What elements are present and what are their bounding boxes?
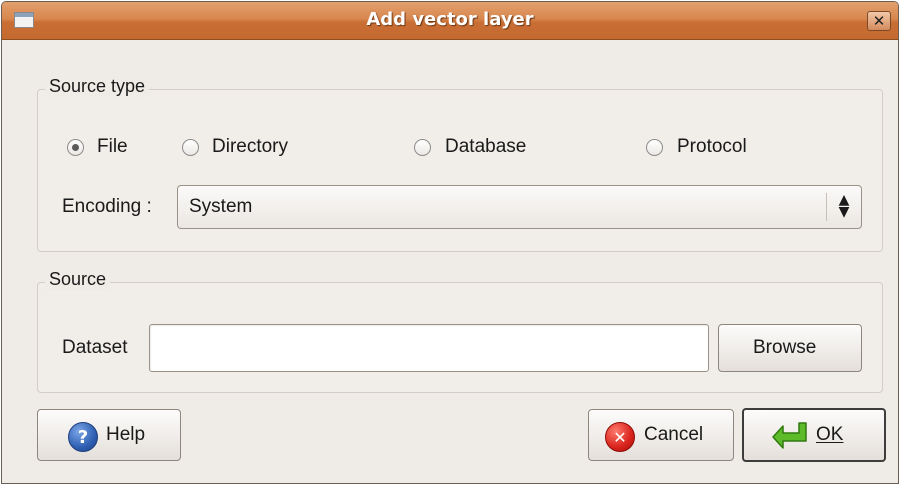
encoding-select-value: System xyxy=(189,196,253,217)
add-vector-layer-dialog: Add vector layer ✕ Source type File Dire… xyxy=(1,1,899,484)
source-type-group-title: Source type xyxy=(45,76,150,97)
radio-protocol-label[interactable]: Protocol xyxy=(677,136,747,158)
cancel-button[interactable]: ✕ Cancel xyxy=(588,409,734,461)
dataset-input[interactable] xyxy=(149,324,709,372)
radio-database-label[interactable]: Database xyxy=(445,136,526,158)
cancel-x-icon: ✕ xyxy=(605,422,635,452)
ok-button[interactable]: OK xyxy=(742,408,886,462)
radio-file[interactable] xyxy=(67,139,84,156)
source-group-title: Source xyxy=(45,269,111,290)
title-bar[interactable]: Add vector layer ✕ xyxy=(2,2,898,40)
question-mark-icon: ? xyxy=(68,422,98,452)
close-button[interactable]: ✕ xyxy=(867,11,891,31)
radio-protocol[interactable] xyxy=(646,139,663,156)
green-enter-arrow-icon xyxy=(772,422,807,449)
encoding-select[interactable]: System ▲ ▼ xyxy=(177,185,862,229)
help-button[interactable]: ? Help xyxy=(37,409,181,461)
radio-directory[interactable] xyxy=(182,139,199,156)
cancel-button-label: Cancel xyxy=(644,424,704,445)
ok-button-label: OK xyxy=(816,424,844,445)
browse-button[interactable]: Browse xyxy=(718,324,862,372)
encoding-label: Encoding : xyxy=(62,196,152,217)
radio-database[interactable] xyxy=(414,139,431,156)
dataset-label: Dataset xyxy=(62,337,128,358)
radio-directory-label[interactable]: Directory xyxy=(212,136,288,158)
up-down-arrows-icon: ▲ ▼ xyxy=(838,192,850,220)
combo-separator xyxy=(826,193,827,221)
help-button-label: Help xyxy=(106,424,146,445)
browse-button-label: Browse xyxy=(753,337,817,358)
radio-file-label[interactable]: File xyxy=(97,136,128,158)
dialog-title: Add vector layer xyxy=(366,9,534,30)
